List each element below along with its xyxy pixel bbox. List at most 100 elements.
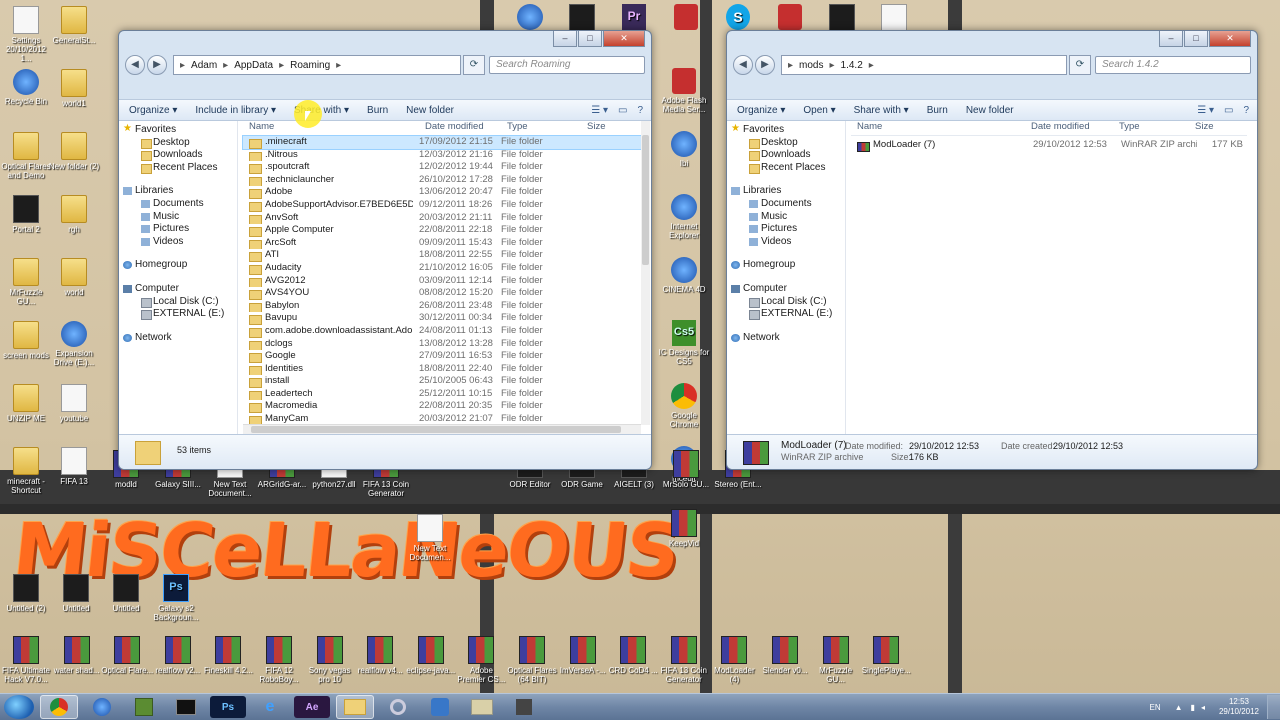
taskbar-settings-icon[interactable] (380, 696, 416, 718)
nav-item-library[interactable]: Videos (727, 236, 845, 249)
desktop-icon[interactable]: ModLoader (4) (708, 636, 760, 684)
nav-item-library[interactable]: Pictures (727, 223, 845, 236)
view-options-icon[interactable]: ☰ ▾ (591, 105, 608, 116)
file-row[interactable]: Macromedia 22/08/2011 20:35 File folder (243, 400, 641, 414)
column-type[interactable]: Type (1113, 121, 1189, 135)
burn-button[interactable]: Burn (927, 105, 948, 116)
desktop-icon[interactable]: Fineskill 4.2... (202, 636, 254, 675)
desktop-icon[interactable]: MrSolo GU... (660, 450, 712, 489)
desktop-icon[interactable]: KeepVid (658, 509, 710, 548)
desktop-icon[interactable]: minecraft - Shortcut (0, 447, 52, 495)
include-in-library-button[interactable]: Include in library ▾ (195, 105, 276, 116)
taskbar-cinema4d-icon[interactable] (84, 696, 120, 718)
desktop-icon[interactable]: world1 (48, 69, 100, 108)
breadcrumb-roaming[interactable]: Roaming (290, 60, 330, 71)
file-row[interactable]: ModLoader (7) 29/10/2012 12:53 WinRAR ZI… (851, 139, 1247, 152)
taskbar-arrow-icon[interactable] (422, 696, 458, 718)
column-date-modified[interactable]: Date modified (419, 121, 501, 135)
desktop-icon[interactable]: Cs5 IC Designs for CS5 (658, 320, 710, 366)
desktop-icon[interactable]: FIFA Ultimate Hack V7.0... (0, 636, 52, 684)
close-icon[interactable]: ✕ (603, 31, 645, 47)
nav-item-library[interactable]: Documents (119, 198, 237, 211)
nav-item-drive[interactable]: EXTERNAL (E:) (119, 308, 237, 321)
desktop-icon[interactable]: Portal 2 (0, 195, 52, 234)
refresh-icon[interactable]: ⟳ (463, 55, 485, 75)
nav-item-favorite[interactable]: Downloads (119, 149, 237, 162)
help-icon[interactable]: ? (637, 105, 643, 116)
taskbar-chrome-icon[interactable] (40, 695, 78, 719)
file-row[interactable]: AVS4YOU 08/08/2012 15:20 File folder (243, 287, 641, 300)
taskbar-explorer-icon[interactable] (336, 695, 374, 719)
close-icon[interactable]: ✕ (1209, 31, 1251, 47)
desktop-icon[interactable]: Optical Flares (64 BIT) (506, 636, 558, 684)
nav-libraries[interactable]: Libraries (119, 185, 237, 198)
start-button-icon[interactable] (4, 695, 34, 719)
desktop-icon[interactable]: Untitled (50, 574, 102, 613)
column-size[interactable]: Size (581, 121, 627, 135)
tray-arrow-icon[interactable]: ▲ (1175, 703, 1183, 712)
scrollbar-thumb[interactable] (642, 135, 649, 265)
open-button[interactable]: Open ▾ (803, 105, 835, 116)
nav-favorites[interactable]: ★ Favorites (727, 123, 845, 137)
file-row[interactable]: AVG2012 03/09/2011 12:14 File folder (243, 275, 641, 288)
new-folder-button[interactable]: New folder (966, 105, 1014, 116)
taskbar-after-effects-icon[interactable]: Ae (294, 696, 330, 718)
preview-pane-icon[interactable]: ▭ (618, 105, 627, 116)
taskbar-cmd-icon[interactable] (168, 696, 204, 718)
desktop-icon[interactable]: CRD CoD4 ... (607, 636, 659, 675)
burn-button[interactable]: Burn (367, 105, 388, 116)
forward-arrow-icon[interactable]: ▶ (755, 55, 775, 75)
file-row[interactable]: Leadertech 25/12/2011 10:15 File folder (243, 388, 641, 401)
desktop-icon-flash-media[interactable] (660, 4, 712, 34)
file-row[interactable]: Audacity 21/10/2012 16:05 File folder (243, 262, 641, 275)
desktop-icon[interactable]: Untitled (100, 574, 152, 613)
window-titlebar[interactable]: – □ ✕ (119, 31, 651, 53)
file-row[interactable]: Apple Computer 22/08/2011 22:18 File folde… (243, 224, 641, 237)
search-input[interactable]: Search Roaming (489, 56, 645, 74)
desktop-icon[interactable]: Slender v0... (759, 636, 811, 675)
breadcrumb-adam[interactable]: Adam (191, 60, 217, 71)
desktop-icon[interactable]: Ibi (658, 131, 710, 168)
language-indicator[interactable]: EN (1149, 703, 1160, 712)
nav-computer[interactable]: Computer (727, 283, 845, 296)
taskbar-archive-icon[interactable] (506, 696, 542, 718)
file-row[interactable]: ATI 18/08/2011 22:55 File folder (243, 249, 641, 262)
desktop-icon[interactable]: MrFuzzle GU... (810, 636, 862, 684)
file-row[interactable]: ArcSoft 09/09/2011 15:43 File folder (243, 237, 641, 250)
organize-button[interactable]: Organize ▾ (129, 105, 177, 116)
nav-item-drive[interactable]: Local Disk (C:) (119, 296, 237, 309)
share-with-button[interactable]: Share with ▾ (854, 105, 909, 116)
nav-favorites[interactable]: ★ Favorites (119, 123, 237, 137)
nav-item-favorite[interactable]: Desktop (727, 137, 845, 150)
nav-libraries[interactable]: Libraries (727, 185, 845, 198)
column-size[interactable]: Size (1189, 121, 1235, 135)
preview-pane-icon[interactable]: ▭ (1224, 105, 1233, 116)
desktop-icon[interactable]: water shad... (51, 636, 103, 675)
nav-item-favorite[interactable]: Downloads (727, 149, 845, 162)
refresh-icon[interactable]: ⟳ (1069, 55, 1091, 75)
column-name[interactable]: Name (851, 121, 1025, 135)
desktop-icon[interactable]: ImVerseA -... (557, 636, 609, 675)
column-name[interactable]: Name (243, 121, 419, 135)
back-arrow-icon[interactable]: ◀ (733, 55, 753, 75)
taskbar-ie-icon[interactable]: e (252, 696, 288, 718)
file-row[interactable]: com.adobe.downloadassistant.AdobeDo... 24… (243, 325, 641, 338)
nav-computer[interactable]: Computer (119, 283, 237, 296)
desktop-icon[interactable]: CINEMA 4D (658, 257, 710, 294)
desktop-icon[interactable]: Adobe Premier CS... (455, 636, 507, 684)
desktop-icon[interactable]: rgh (48, 195, 100, 234)
volume-icon[interactable]: ◂ (1201, 703, 1205, 712)
address-bar[interactable]: ▸ mods ▸ 1.4.2 ▸ (781, 55, 1067, 75)
desktop-icon[interactable]: Optical Flare... (101, 636, 153, 675)
desktop-icon-new-text-document[interactable]: New Text Documen... (404, 514, 456, 562)
nav-item-favorite[interactable]: Recent Places (727, 162, 845, 175)
desktop-icon[interactable]: FIFA 12 RoboBoy... (253, 636, 305, 684)
file-row[interactable]: Adobe 13/06/2012 20:47 File folder (243, 186, 641, 199)
organize-button[interactable]: Organize ▾ (737, 105, 785, 116)
file-row[interactable]: .minecraft 17/09/2012 21:15 File folder (242, 135, 642, 150)
desktop-icon[interactable]: realflow v4... (354, 636, 406, 675)
minimize-icon[interactable]: – (1159, 31, 1183, 47)
desktop-icon[interactable]: screen mods (0, 321, 52, 360)
file-row[interactable]: .Nitrous 12/03/2012 21:16 File folder (243, 149, 641, 162)
desktop-icon[interactable]: Untitled (2) (0, 574, 52, 613)
